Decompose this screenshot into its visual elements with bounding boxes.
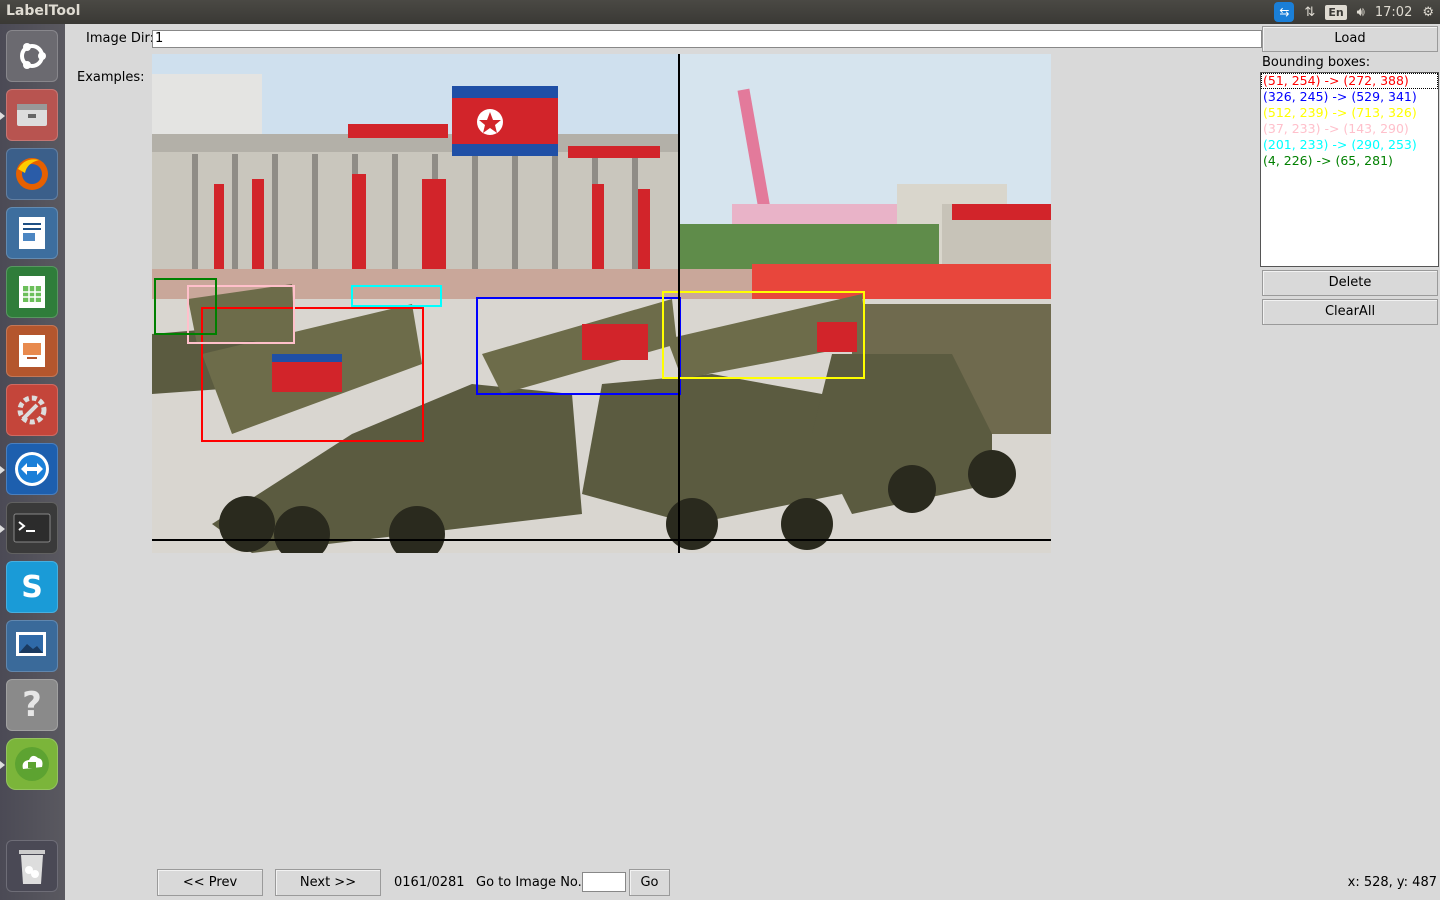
list-item[interactable]: (37, 233) -> (143, 290) xyxy=(1261,121,1438,137)
image-progress: 0161/0281 xyxy=(394,875,465,890)
list-item[interactable]: (512, 239) -> (713, 326) xyxy=(1261,105,1438,121)
list-item[interactable]: (51, 254) -> (272, 388) xyxy=(1261,73,1438,89)
ubuntu-dash-icon[interactable] xyxy=(6,30,58,82)
trash-icon[interactable] xyxy=(6,840,58,892)
volume-icon[interactable]: 🔊︎ xyxy=(1357,5,1365,20)
skype-icon[interactable]: S xyxy=(6,561,58,613)
system-settings-icon[interactable] xyxy=(6,384,58,436)
next-button[interactable]: Next >> xyxy=(275,869,381,896)
examples-label: Examples: xyxy=(77,70,145,85)
clock[interactable]: 17:02 xyxy=(1375,5,1412,20)
parade-photo xyxy=(152,54,1051,553)
gear-icon[interactable]: ⚙ xyxy=(1422,5,1434,20)
running-indicator xyxy=(0,761,5,769)
launcher: S ? xyxy=(0,24,65,900)
list-item[interactable]: (4, 226) -> (65, 281) xyxy=(1261,153,1438,169)
image-viewer-icon[interactable] xyxy=(6,620,58,672)
top-panel: LabelTool ⇆ ⇅ En 🔊︎ 17:02 ⚙ xyxy=(0,0,1440,24)
dprk-flag-graphic xyxy=(452,86,558,156)
running-indicator xyxy=(0,466,5,474)
go-button[interactable]: Go xyxy=(629,869,670,896)
window-title: LabelTool xyxy=(6,3,81,19)
calc-icon[interactable] xyxy=(6,266,58,318)
list-item[interactable]: (326, 245) -> (529, 341) xyxy=(1261,89,1438,105)
running-indicator xyxy=(0,112,5,120)
help-icon[interactable]: ? xyxy=(6,679,58,731)
system-tray: ⇆ ⇅ En 🔊︎ 17:02 ⚙ xyxy=(1274,0,1434,24)
image-canvas[interactable] xyxy=(152,54,1051,553)
teamviewer-tray-icon[interactable]: ⇆ xyxy=(1274,2,1295,22)
network-icon[interactable]: ⇅ xyxy=(1304,5,1315,20)
image-dir-input[interactable]: 1 xyxy=(152,30,1262,48)
impress-icon[interactable] xyxy=(6,325,58,377)
writer-icon[interactable] xyxy=(6,207,58,259)
teamviewer-icon[interactable] xyxy=(6,443,58,495)
list-item[interactable]: (201, 233) -> (290, 253) xyxy=(1261,137,1438,153)
cursor-coordinates: x: 528, y: 487 xyxy=(1347,875,1437,890)
goto-label: Go to Image No. xyxy=(476,875,582,890)
terminal-icon[interactable] xyxy=(6,502,58,554)
running-indicator xyxy=(0,525,5,533)
bounding-boxes-list[interactable]: (51, 254) -> (272, 388) (326, 245) -> (5… xyxy=(1260,72,1439,267)
bounding-boxes-label: Bounding boxes: xyxy=(1262,55,1371,70)
prev-button[interactable]: << Prev xyxy=(157,869,263,896)
files-icon[interactable] xyxy=(6,89,58,141)
firefox-icon[interactable] xyxy=(6,148,58,200)
cloud-storage-icon[interactable] xyxy=(6,738,58,790)
delete-button[interactable]: Delete xyxy=(1262,270,1438,296)
load-button[interactable]: Load xyxy=(1262,26,1438,52)
clearall-button[interactable]: ClearAll xyxy=(1262,299,1438,325)
keyboard-layout-indicator[interactable]: En xyxy=(1325,4,1347,20)
goto-image-input[interactable] xyxy=(582,872,626,892)
image-dir-label: Image Dir: xyxy=(86,31,154,46)
